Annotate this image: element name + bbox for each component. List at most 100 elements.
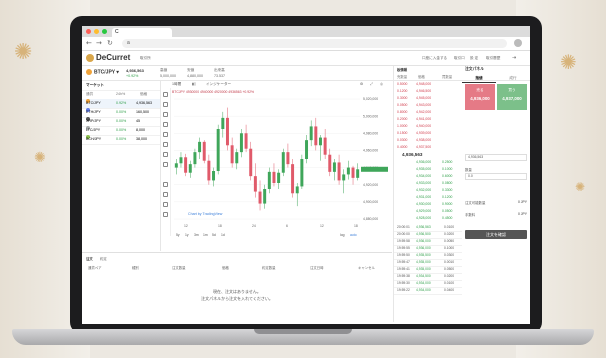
candle-body[interactable]: [249, 148, 253, 177]
header-tag[interactable]: 取引所: [140, 56, 151, 61]
candle-body[interactable]: [332, 162, 336, 172]
candle-body[interactable]: [188, 164, 192, 173]
orderbook-ask-row[interactable]: 0.5000 4,948,000: [394, 81, 462, 88]
candle-body[interactable]: [230, 145, 234, 164]
candle-body[interactable]: [295, 186, 299, 194]
crosshair-tool-icon[interactable]: [163, 92, 168, 97]
candle-body[interactable]: [309, 126, 313, 141]
candle-body[interactable]: [291, 164, 295, 194]
tab-market-order[interactable]: 成行: [496, 75, 530, 82]
time-range-button[interactable]: 1d: [221, 233, 225, 237]
candle-body[interactable]: [174, 163, 178, 168]
market-row[interactable]: BCH/JPY 0.00% 38,000: [82, 135, 160, 145]
logout-icon[interactable]: ⇥: [512, 55, 516, 61]
candle-body[interactable]: [342, 174, 346, 181]
header-link-deposit[interactable]: 口座に入金する: [422, 56, 447, 61]
lock-tool-icon[interactable]: [163, 192, 168, 197]
candle-body[interactable]: [263, 189, 267, 204]
orderbook-bid-row[interactable]: 4,934,000 0.6000: [394, 173, 462, 180]
candle-body[interactable]: [184, 157, 188, 173]
orderbook-ask-row[interactable]: 0.4000 4,937,500: [394, 144, 462, 151]
candle-body[interactable]: [235, 152, 239, 164]
text-tool-icon[interactable]: [163, 132, 168, 137]
orderbook-bid-row[interactable]: 4,932,000 0.3300: [394, 187, 462, 194]
candle-body[interactable]: [323, 137, 327, 155]
time-range-button[interactable]: 1y: [185, 233, 189, 237]
close-window-icon[interactable]: [86, 29, 91, 34]
orderbook-bid-row[interactable]: 4,928,000 0.4500: [394, 215, 462, 222]
profile-avatar[interactable]: [514, 39, 522, 47]
header-link-settings[interactable]: 設 定: [470, 56, 478, 61]
brand-logo[interactable]: DeCurret: [86, 53, 130, 62]
zoom-tool-icon[interactable]: [163, 162, 168, 167]
tab-limit-order[interactable]: 指値: [462, 75, 496, 83]
orderbook-bid-row[interactable]: 4,935,000 0.1000: [394, 166, 462, 173]
pair-selector[interactable]: BTC/JPY ▾: [86, 69, 119, 75]
candle-body[interactable]: [318, 137, 322, 146]
forward-arrow-icon[interactable]: →: [96, 39, 102, 47]
back-arrow-icon[interactable]: ←: [86, 39, 92, 47]
candle-body[interactable]: [267, 171, 271, 189]
tab-executions[interactable]: 約定: [100, 256, 107, 261]
orderbook-ask-row[interactable]: 0.3000 4,945,000: [394, 95, 462, 102]
candle-body[interactable]: [272, 171, 276, 183]
sell-button[interactable]: 売る 4,936,000: [465, 84, 495, 110]
orderbook-bid-row[interactable]: 4,933,000 0.0800: [394, 180, 462, 187]
log-scale-toggle[interactable]: log: [340, 233, 345, 237]
orderbook-ask-row[interactable]: 0.0300 4,938,000: [394, 137, 462, 144]
orderbook-ask-row[interactable]: 0.1500 4,939,000: [394, 130, 462, 137]
candle-body[interactable]: [198, 141, 202, 153]
measure-tool-icon[interactable]: [163, 152, 168, 157]
candle-body[interactable]: [281, 152, 285, 173]
reload-icon[interactable]: ↻: [107, 39, 113, 47]
time-range-button[interactable]: 5d: [212, 233, 216, 237]
trendline-tool-icon[interactable]: [163, 102, 168, 107]
tradingview-watermark[interactable]: Chart by TradingView: [188, 212, 223, 216]
time-range-button[interactable]: 1m: [203, 233, 208, 237]
brush-tool-icon[interactable]: [163, 122, 168, 127]
minimize-window-icon[interactable]: [94, 29, 99, 34]
auto-scale-toggle[interactable]: auto: [350, 233, 357, 237]
browser-tab[interactable]: C: [112, 28, 172, 37]
candle-body[interactable]: [202, 141, 206, 161]
address-bar[interactable]: a: [122, 39, 507, 48]
candle-body[interactable]: [207, 160, 211, 181]
candle-body[interactable]: [328, 154, 332, 172]
orderbook-ask-row[interactable]: 0.2000 4,941,000: [394, 116, 462, 123]
candle-body[interactable]: [337, 162, 341, 181]
candle-body[interactable]: [221, 117, 225, 129]
magnet-tool-icon[interactable]: [163, 182, 168, 187]
candle-body[interactable]: [253, 176, 257, 192]
time-range-button[interactable]: 5y: [176, 233, 180, 237]
candle-body[interactable]: [286, 152, 290, 165]
buy-button[interactable]: 買う 4,937,000: [497, 84, 527, 110]
header-link-history[interactable]: 取引履歴: [486, 56, 500, 61]
candle-body[interactable]: [216, 129, 220, 171]
candle-body[interactable]: [225, 117, 229, 146]
qty-input[interactable]: 0.0: [465, 173, 527, 180]
candle-body[interactable]: [193, 152, 197, 165]
candle-body[interactable]: [258, 191, 262, 204]
orderbook-ask-row[interactable]: 1.0000 4,940,000: [394, 123, 462, 130]
fib-tool-icon[interactable]: [163, 112, 168, 117]
orderbook-bid-row[interactable]: 4,929,000 0.0500: [394, 208, 462, 215]
candle-body[interactable]: [314, 126, 318, 146]
candle-body[interactable]: [300, 159, 304, 187]
candle-body[interactable]: [212, 171, 216, 181]
pattern-tool-icon[interactable]: [163, 142, 168, 147]
candlestick-chart[interactable]: BTCJPY 4930000 4940000 4920000 4936563 +…: [170, 81, 392, 251]
confirm-order-button[interactable]: 注文を確認: [465, 230, 527, 239]
orderbook-bid-row[interactable]: 4,931,000 0.1200: [394, 194, 462, 201]
candle-body[interactable]: [179, 157, 183, 164]
tab-orders[interactable]: 注文: [86, 256, 93, 261]
candle-body[interactable]: [244, 133, 248, 149]
candle-body[interactable]: [305, 140, 309, 159]
orderbook-ask-row[interactable]: 0.1200 4,946,500: [394, 88, 462, 95]
candle-body[interactable]: [277, 172, 281, 183]
orderbook-ask-row[interactable]: 0.0500 4,943,000: [394, 102, 462, 109]
candle-body[interactable]: [346, 167, 350, 175]
candle-body[interactable]: [239, 133, 243, 153]
candle-body[interactable]: [356, 169, 360, 178]
maximize-window-icon[interactable]: [102, 29, 107, 34]
header-link-account[interactable]: 取引口: [454, 56, 465, 61]
